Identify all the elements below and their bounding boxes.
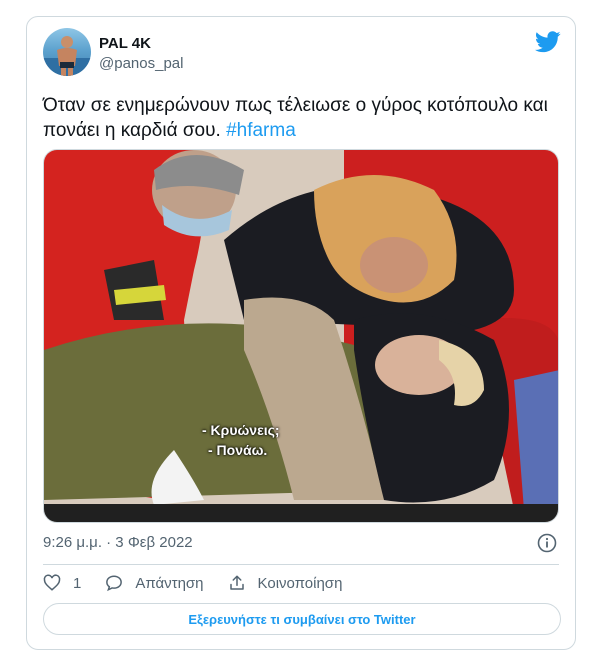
twitter-bird-icon[interactable]: [535, 31, 561, 53]
video-subtitles: - Κρυώνεις; - Πονάω.: [202, 420, 322, 460]
tweet-timestamp[interactable]: 9:26 μ.μ. · 3 Φεβ 2022: [43, 534, 193, 551]
explore-twitter-button[interactable]: Εξερευνήστε τι συμβαίνει στο Twitter: [43, 603, 561, 635]
share-button[interactable]: Κοινοποίηση: [228, 574, 343, 592]
share-label: Κοινοποίηση: [257, 574, 343, 592]
info-icon[interactable]: [537, 533, 557, 553]
reply-label: Απάντηση: [135, 574, 204, 592]
heart-icon: [43, 574, 61, 591]
share-icon: [229, 575, 244, 590]
reply-bubble-icon: [106, 575, 123, 592]
avatar-image: [43, 36, 91, 76]
user-name[interactable]: PAL 4K: [99, 35, 151, 52]
subtitle-line: - Πονάω.: [208, 442, 268, 458]
tweet-card: PAL 4K @panos_pal Όταν σε ενημερώνουν πω…: [26, 16, 576, 650]
subtitle-line: - Κρυώνεις;: [202, 422, 280, 438]
tweet-actions: 1 Απάντηση Κοινοποίηση: [43, 573, 366, 593]
like-count: 1: [73, 574, 82, 592]
tweet-text: Όταν σε ενημερώνουν πως τέλειωσε ο γύρος…: [43, 93, 563, 143]
media-scene: [44, 150, 558, 522]
tweet-media-image[interactable]: - Κρυώνεις; - Πονάω.: [43, 149, 559, 523]
hashtag-link[interactable]: #hfarma: [226, 120, 296, 141]
divider: [43, 564, 559, 565]
reply-button[interactable]: Απάντηση: [105, 574, 204, 592]
user-handle[interactable]: @panos_pal: [99, 55, 183, 72]
avatar[interactable]: [43, 28, 91, 76]
like-button[interactable]: 1: [43, 574, 81, 592]
